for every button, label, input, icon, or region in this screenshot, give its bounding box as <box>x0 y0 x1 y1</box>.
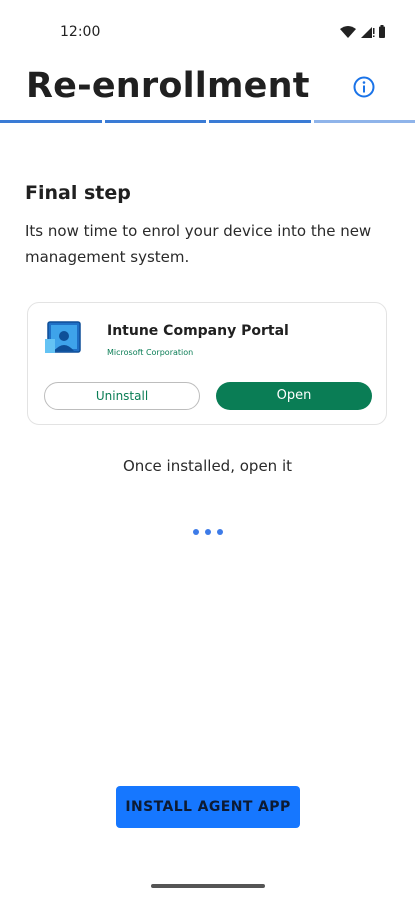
loading-dot <box>193 529 199 535</box>
step-description: Its now time to enrol your device into t… <box>25 222 372 266</box>
progress-step-1 <box>0 120 102 123</box>
status-time: 12:00 <box>60 24 101 40</box>
app-card: Intune Company Portal Microsoft Corporat… <box>27 302 387 425</box>
install-hint: Once installed, open it <box>123 457 292 475</box>
app-publisher: Microsoft Corporation <box>107 348 194 357</box>
progress-step-2 <box>104 120 206 123</box>
status-icons <box>340 25 385 38</box>
info-icon[interactable] <box>352 75 376 99</box>
status-bar: 12:00 <box>0 0 415 62</box>
loading-dot <box>205 529 211 535</box>
loading-indicator <box>193 529 223 537</box>
progress-steps <box>0 120 415 123</box>
signal-icon <box>361 27 375 38</box>
uninstall-button[interactable]: Uninstall <box>44 382 200 410</box>
step-title: Final step <box>25 182 131 204</box>
wifi-icon <box>340 26 356 38</box>
loading-dot <box>217 529 223 535</box>
open-button[interactable]: Open <box>216 382 372 410</box>
battery-icon <box>379 25 385 38</box>
company-portal-app-icon <box>45 321 81 353</box>
home-indicator[interactable] <box>151 884 265 888</box>
page-title: Re-enrollment <box>26 66 310 106</box>
progress-step-4 <box>313 120 415 123</box>
progress-step-3 <box>209 120 311 123</box>
app-name: Intune Company Portal <box>107 323 289 339</box>
install-agent-app-button[interactable]: INSTALL AGENT APP <box>116 786 300 828</box>
